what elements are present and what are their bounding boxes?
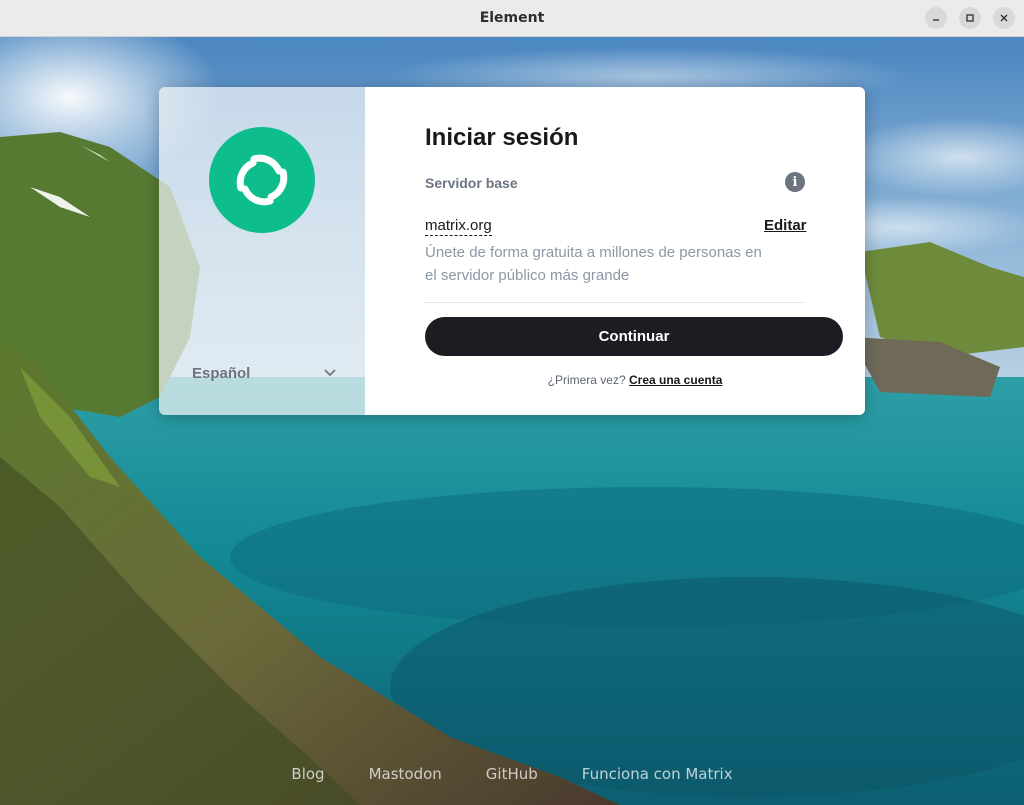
window-controls [925, 7, 1015, 29]
close-icon [1000, 14, 1008, 22]
maximize-button[interactable] [959, 7, 981, 29]
continue-button[interactable]: Continuar [425, 317, 843, 356]
page-title: Iniciar sesión [425, 124, 579, 151]
footer-link-blog[interactable]: Blog [269, 765, 346, 783]
element-logo-icon [236, 154, 288, 206]
close-button[interactable] [993, 7, 1015, 29]
homeserver-label: Servidor base [425, 175, 518, 191]
signup-prompt: ¿Primera vez? Crea una cuenta [365, 373, 865, 387]
chevron-down-icon [324, 369, 336, 377]
element-logo [209, 127, 315, 233]
footer-link-powered-by-matrix[interactable]: Funciona con Matrix [560, 765, 755, 783]
footer-link-github[interactable]: GitHub [464, 765, 560, 783]
maximize-icon [966, 14, 974, 22]
login-card: Español Iniciar sesión Servidor base i m… [159, 87, 865, 415]
minimize-button[interactable] [925, 7, 947, 29]
window-title: Element [479, 10, 545, 26]
info-icon[interactable]: i [785, 172, 805, 192]
language-selector[interactable]: Español [192, 363, 336, 383]
card-brand-panel: Español [159, 87, 365, 415]
language-label: Español [192, 364, 251, 382]
homeserver-description: Únete de forma gratuita a millones de pe… [425, 244, 762, 284]
divider [425, 302, 805, 303]
window-titlebar[interactable]: Element [0, 0, 1024, 37]
minimize-icon [933, 19, 939, 21]
edit-homeserver-link[interactable]: Editar [764, 217, 807, 234]
homeserver-name[interactable]: matrix.org [425, 217, 492, 236]
create-account-link[interactable]: Crea una cuenta [629, 373, 722, 387]
login-form-panel: Iniciar sesión Servidor base i matrix.or… [365, 87, 865, 415]
footer-link-mastodon[interactable]: Mastodon [347, 765, 464, 783]
footer-links: Blog Mastodon GitHub Funciona con Matrix [0, 765, 1024, 783]
first-time-text: ¿Primera vez? [547, 373, 626, 387]
